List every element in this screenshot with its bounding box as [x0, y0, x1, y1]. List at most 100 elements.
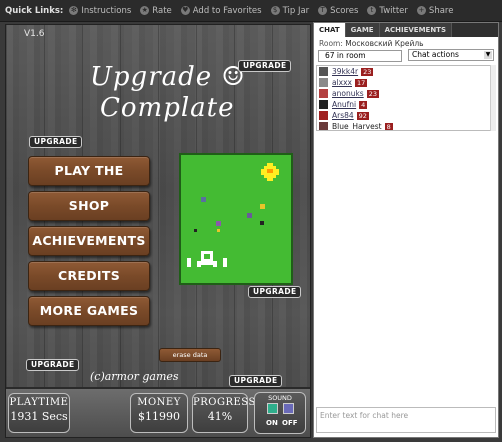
user-name[interactable]: Anufni	[332, 100, 356, 109]
level-badge: 8	[384, 122, 393, 131]
user-name[interactable]: alxxx	[332, 78, 352, 87]
coin-sprite	[260, 204, 265, 209]
level-badge: 23	[361, 67, 374, 76]
user-name[interactable]: 39kk4r	[332, 67, 358, 76]
level-badge: 4	[359, 100, 368, 109]
link-label: Share	[428, 5, 454, 16]
upgrade-badge[interactable]: UPGRADE	[29, 136, 83, 148]
quick-links-label: Quick Links:	[5, 5, 64, 16]
money-stat: MONEY $11990	[130, 393, 188, 433]
list-item[interactable]: Blue_Harvest 8	[317, 121, 493, 131]
tab-achievements[interactable]: ACHIEVEMENTS	[379, 23, 452, 37]
in-room-count[interactable]: 67 in room	[318, 50, 402, 62]
link-label: Rate	[152, 5, 172, 16]
user-list: 39kk4r 23 alxxx 17 anonuks 23 Anufni 4 Ars84…	[316, 65, 494, 131]
level-badge: 23	[366, 89, 379, 98]
link-label: Add to Favorites	[192, 5, 262, 16]
upgrade-badge[interactable]: UPGRADE	[238, 60, 292, 72]
level-badge: 17	[355, 78, 368, 87]
chat-tabs: CHAT GAME ACHIEVEMENTS	[314, 23, 498, 37]
sound-off-button[interactable]	[283, 403, 294, 414]
money-label: MONEY	[137, 397, 181, 408]
room-line: Room: Московский Крейль	[314, 37, 498, 49]
share-icon: +	[416, 6, 426, 15]
link-twitter[interactable]: t Twitter	[367, 6, 408, 16]
heart-icon: ♥	[180, 6, 190, 15]
preview-sprites	[187, 163, 279, 267]
link-tip-jar[interactable]: $ Tip Jar	[270, 6, 309, 16]
link-favorites[interactable]: ♥ Add to Favorites	[180, 5, 262, 16]
enemy-sprite	[260, 221, 264, 225]
coin-icon: $	[270, 6, 280, 15]
chat-log	[316, 133, 496, 401]
chat-controls: 67 in room Chat actions ▼	[314, 49, 498, 62]
version-label: V1.6	[24, 29, 45, 39]
chat-input[interactable]: Enter text for chat here	[316, 407, 496, 433]
link-instructions[interactable]: ✻ Instructions	[69, 6, 131, 16]
chat-panel: CHAT GAME ACHIEVEMENTS Room: Московский …	[313, 22, 499, 438]
chat-actions-label: Chat actions	[412, 50, 459, 59]
upgrade-badge[interactable]: UPGRADE	[248, 286, 302, 298]
link-label: Instructions	[81, 5, 132, 16]
link-share[interactable]: + Share	[416, 5, 454, 16]
tab-chat[interactable]: CHAT	[314, 23, 346, 37]
quick-links-bar: Quick Links: ✻ Instructions ★ Rate ♥ Add to…	[0, 0, 502, 22]
avatar	[319, 122, 328, 130]
list-item[interactable]: 39kk4r 23	[317, 66, 493, 77]
avatar	[319, 111, 328, 120]
play-game-button[interactable]: PLAY THE GAME!	[28, 156, 150, 206]
enemy-sprite	[247, 213, 252, 218]
avatar	[319, 89, 328, 98]
sound-on-button[interactable]	[267, 403, 278, 414]
list-item[interactable]: anonuks 23	[317, 88, 493, 99]
sun-sprite	[261, 163, 279, 181]
achievements-button[interactable]: ACHIEVEMENTS	[28, 226, 150, 256]
armor-games-credit[interactable]: (c)armor games	[90, 370, 179, 383]
link-label: Twitter	[379, 5, 408, 16]
link-scores[interactable]: T Scores	[318, 6, 358, 16]
bullet-sprite	[194, 229, 197, 232]
player-ship-sprite	[187, 251, 227, 267]
sound-toggle: SOUND ON OFF	[254, 392, 306, 434]
twitter-icon: t	[367, 6, 377, 15]
gear-icon: ✻	[69, 6, 79, 15]
game-preview	[179, 153, 293, 285]
user-name[interactable]: Blue_Harvest	[332, 122, 382, 130]
progress-stat: PROGRESS 41%	[192, 393, 255, 433]
progress-value: 41%	[207, 410, 233, 423]
list-item[interactable]: Anufni 4	[317, 99, 493, 110]
room-name[interactable]: Московский Крейль	[345, 39, 423, 48]
list-item[interactable]: alxxx 17	[317, 77, 493, 88]
user-list-scrollbar[interactable]	[490, 65, 496, 131]
avatar	[319, 78, 328, 87]
erase-data-button[interactable]: erase data	[159, 348, 221, 362]
playtime-stat: PLAYTIME 1931 Secs	[8, 393, 70, 433]
chevron-down-icon: ▼	[484, 51, 492, 59]
shop-button[interactable]: SHOP	[28, 191, 150, 221]
playtime-label: PLAYTIME	[9, 397, 69, 408]
upgrade-title-line1: Upgrade ☺	[90, 62, 246, 92]
avatar	[319, 67, 328, 76]
list-item[interactable]: Ars84 92	[317, 110, 493, 121]
upgrade-badge[interactable]: UPGRADE	[26, 359, 80, 371]
game-canvas[interactable]: V1.6 Upgrade ☺ Complate UPGRADE UPGRADE …	[5, 24, 311, 438]
room-label: Room:	[319, 39, 343, 48]
star-icon: ★	[140, 6, 150, 15]
playtime-value: 1931 Secs	[10, 410, 68, 423]
sound-label: SOUND	[268, 394, 292, 402]
sound-off-label: OFF	[282, 419, 298, 427]
user-name[interactable]: anonuks	[332, 89, 364, 98]
user-name[interactable]: Ars84	[332, 111, 354, 120]
more-games-button[interactable]: MORE GAMES	[28, 296, 150, 326]
upgrade-badge[interactable]: UPGRADE	[229, 375, 283, 387]
stats-bar: PLAYTIME 1931 Secs MONEY $11990 PROGRESS…	[6, 387, 310, 437]
level-badge: 92	[356, 111, 369, 120]
enemy-sprite	[216, 221, 221, 226]
link-rate[interactable]: ★ Rate	[140, 6, 172, 16]
tab-game[interactable]: GAME	[345, 23, 380, 37]
enemy-sprite	[201, 197, 206, 202]
credits-button[interactable]: CREDITS	[28, 261, 150, 291]
avatar	[319, 100, 328, 109]
bullet-sprite	[217, 229, 220, 232]
chat-actions-select[interactable]: Chat actions ▼	[408, 49, 494, 61]
